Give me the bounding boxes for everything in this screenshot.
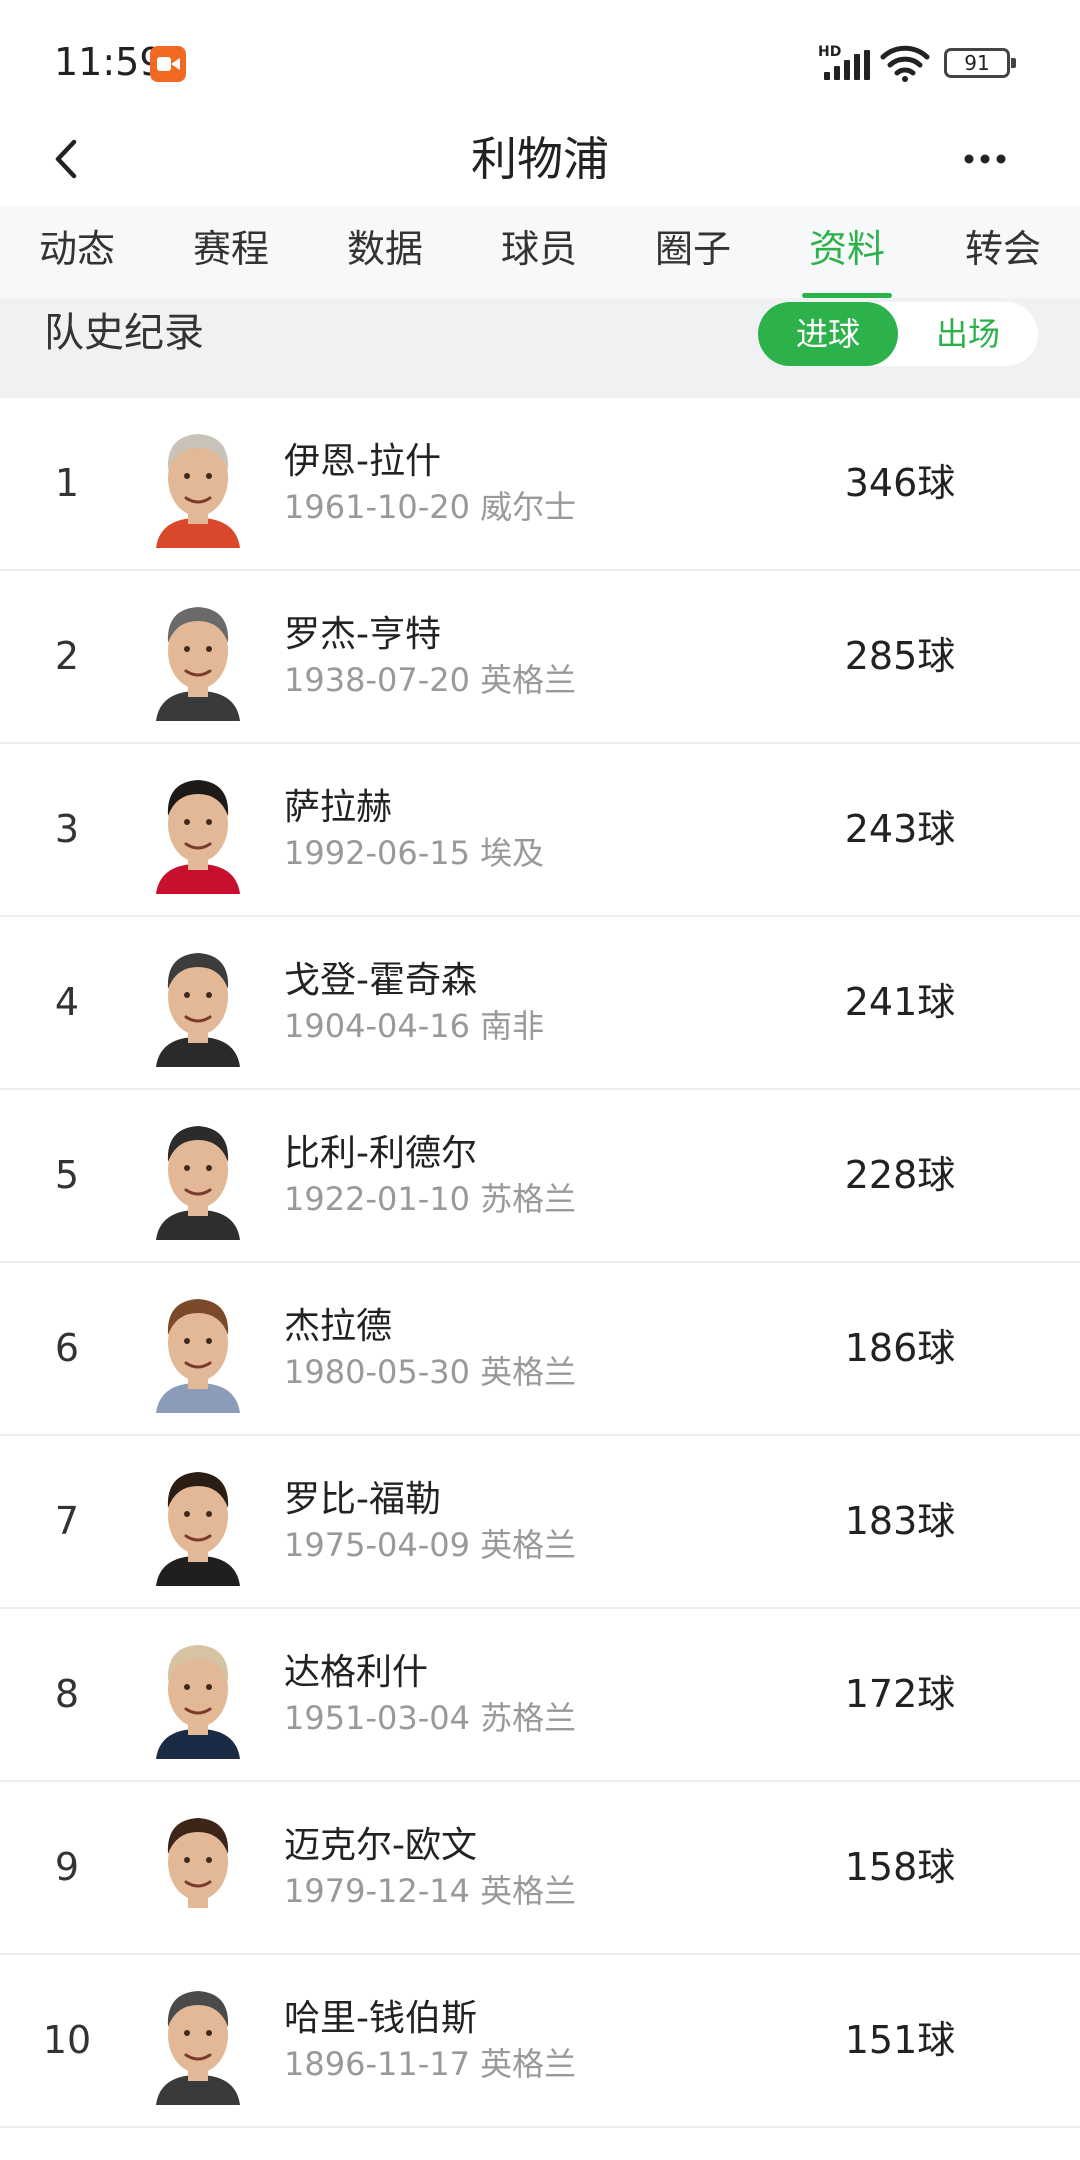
section-header: 队史纪录 进球 出场 [0,298,1080,398]
record-list: 1 伊恩-拉什 1961-10-20 威尔士 346球 2 罗杰-亨特 1938-07-20… [0,398,1080,2128]
goal-count: 151球 [844,2018,956,2062]
app-header: 利物浦 [0,110,1080,206]
stat-toggle: 进球 出场 [758,302,1038,366]
table-row[interactable]: 9 迈克尔-欧文 1979-12-14 英格兰 158球 [0,1782,1080,1955]
battery-level: 91 [964,51,990,75]
tab-players[interactable]: 球员 [474,206,604,298]
toggle-appearances[interactable]: 出场 [898,302,1038,366]
goal-count: 241球 [844,980,956,1024]
rank-number: 8 [54,1672,80,1716]
player-name: 杰拉德 [284,1306,393,1347]
goal-count: 285球 [844,634,956,678]
player-birth-country: 1992-06-15 埃及 [284,834,545,872]
player-avatar [156,1472,240,1586]
tab-transfers[interactable]: 转会 [938,206,1068,298]
tab-schedule[interactable]: 赛程 [166,206,296,298]
rank-number: 5 [54,1153,80,1197]
rank-number: 6 [54,1326,80,1370]
player-name: 达格利什 [284,1652,429,1693]
table-row[interactable]: 8 达格利什 1951-03-04 苏格兰 172球 [0,1609,1080,1782]
player-avatar [156,1299,240,1413]
tab-community[interactable]: 圈子 [628,206,758,298]
player-avatar [156,1818,240,1932]
tab-dynamics[interactable]: 动态 [12,206,142,298]
player-name: 罗杰-亨特 [284,614,441,655]
table-row[interactable]: 5 比利-利德尔 1922-01-10 苏格兰 228球 [0,1090,1080,1263]
table-row[interactable]: 7 罗比-福勒 1975-04-09 英格兰 183球 [0,1436,1080,1609]
table-row[interactable]: 6 杰拉德 1980-05-30 英格兰 186球 [0,1263,1080,1436]
player-avatar [156,607,240,721]
wifi-icon [880,45,930,82]
player-avatar [156,953,240,1067]
player-name: 戈登-霍奇森 [284,960,477,1001]
goal-count: 183球 [844,1499,956,1543]
table-row[interactable]: 10 哈里-钱伯斯 1896-11-17 英格兰 151球 [0,1955,1080,2128]
table-row[interactable]: 1 伊恩-拉什 1961-10-20 威尔士 346球 [0,398,1080,571]
player-avatar [156,1991,240,2105]
player-birth-country: 1922-01-10 苏格兰 [284,1180,577,1218]
goal-count: 346球 [844,461,956,505]
battery-icon: 91 [944,48,1016,78]
player-avatar [156,780,240,894]
status-time: 11:59 [54,40,164,84]
player-name: 伊恩-拉什 [284,441,441,482]
player-name: 萨拉赫 [284,787,393,828]
player-name: 迈克尔-欧文 [284,1825,477,1866]
table-row[interactable]: 4 戈登-霍奇森 1904-04-16 南非 241球 [0,917,1080,1090]
player-avatar [156,1126,240,1240]
player-name: 哈里-钱伯斯 [284,1998,477,2039]
player-name: 比利-利德尔 [284,1133,477,1174]
screen-record-icon [150,46,186,82]
player-birth-country: 1980-05-30 英格兰 [284,1353,577,1391]
rank-number: 1 [54,461,80,505]
goal-count: 243球 [844,807,956,851]
rank-number: 9 [54,1845,80,1889]
player-avatar [156,1645,240,1759]
player-birth-country: 1979-12-14 英格兰 [284,1872,577,1910]
rank-number: 10 [42,2018,92,2062]
table-row[interactable]: 3 萨拉赫 1992-06-15 埃及 243球 [0,744,1080,917]
player-birth-country: 1961-10-20 威尔士 [284,488,577,526]
goal-count: 228球 [844,1153,956,1197]
rank-number: 7 [54,1499,80,1543]
player-name: 罗比-福勒 [284,1479,441,1520]
goal-count: 158球 [844,1845,956,1889]
player-avatar [156,434,240,548]
table-row[interactable]: 2 罗杰-亨特 1938-07-20 英格兰 285球 [0,571,1080,744]
rank-number: 2 [54,634,80,678]
tab-bar: 动态 赛程 数据 球员 圈子 资料 转会 [0,206,1080,298]
tab-profile[interactable]: 资料 [782,206,912,298]
more-icon[interactable] [950,124,1020,194]
section-title: 队史纪录 [44,310,204,356]
player-birth-country: 1938-07-20 英格兰 [284,661,577,699]
toggle-goals[interactable]: 进球 [758,302,898,366]
status-bar: 11:59 HD 91 [0,0,1080,110]
goal-count: 172球 [844,1672,956,1716]
player-birth-country: 1896-11-17 英格兰 [284,2045,577,2083]
player-birth-country: 1904-04-16 南非 [284,1007,545,1045]
player-birth-country: 1951-03-04 苏格兰 [284,1699,577,1737]
player-birth-country: 1975-04-09 英格兰 [284,1526,577,1564]
signal-icon [824,50,870,80]
goal-count: 186球 [844,1326,956,1370]
tab-stats[interactable]: 数据 [320,206,450,298]
rank-number: 3 [54,807,80,851]
page-title: 利物浦 [471,132,609,186]
rank-number: 4 [54,980,80,1024]
